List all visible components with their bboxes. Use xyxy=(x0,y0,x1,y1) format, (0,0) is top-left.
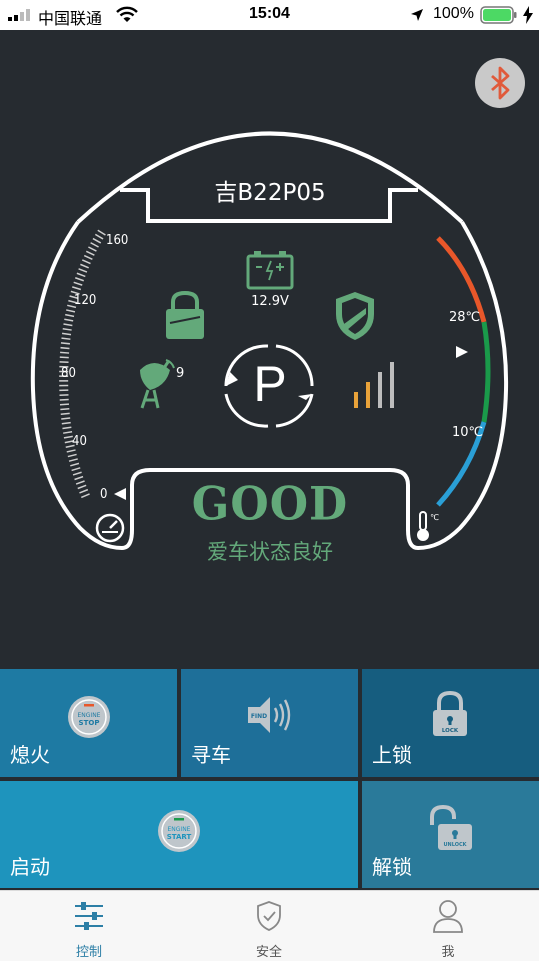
unlock-button[interactable]: UNLOCK 解锁 xyxy=(362,781,539,888)
unlock-badge: UNLOCK xyxy=(443,842,467,848)
speed-scale xyxy=(59,229,106,499)
engine-stop-icon: ENGINE STOP xyxy=(68,696,110,738)
satellite-icon xyxy=(140,359,175,409)
unlock-door-icon: UNLOCK xyxy=(430,805,472,850)
shield-icon xyxy=(336,292,374,340)
tab-profile-label: 我 xyxy=(441,945,455,960)
speed-tick-label: 160 xyxy=(106,233,129,248)
engine-start-button[interactable]: ENGINE START 启动 xyxy=(0,781,358,888)
tab-control[interactable]: 控制 xyxy=(39,891,139,961)
battery-icon xyxy=(246,251,294,290)
signal-icon xyxy=(354,362,394,408)
tab-profile[interactable]: 我 xyxy=(398,891,498,961)
engine-start-badge-bottom: START xyxy=(167,833,192,841)
temp-tick-label: 10℃ xyxy=(452,425,484,440)
temp-pointer xyxy=(456,346,468,358)
bottom-tab-bar: 控制 安全 我 xyxy=(0,890,539,961)
temp-tick-label: 28℃ xyxy=(449,310,481,325)
speedometer-icon xyxy=(95,513,125,543)
find-badge: FIND xyxy=(251,713,267,720)
battery-voltage: 12.9V xyxy=(251,294,289,309)
engine-stop-label: 熄火 xyxy=(10,743,50,767)
lock-icon xyxy=(166,290,204,339)
lock-button[interactable]: LOCK 上锁 xyxy=(362,669,539,777)
tab-control-label: 控制 xyxy=(75,945,102,960)
tab-security-label: 安全 xyxy=(255,945,282,960)
lock-door-icon: LOCK xyxy=(433,691,467,736)
satellite-count: 9 xyxy=(176,366,185,381)
gear-letter: P xyxy=(253,356,287,412)
unlock-label: 解锁 xyxy=(372,855,412,879)
shield-check-icon xyxy=(257,901,281,931)
lock-badge: LOCK xyxy=(442,728,459,734)
speed-tick-label: 0 xyxy=(100,487,108,502)
find-car-label: 寻车 xyxy=(191,743,231,767)
engine-start-icon: ENGINE START xyxy=(158,810,200,852)
gauge-frame: ℃ xyxy=(30,131,509,551)
find-car-button[interactable]: FIND 寻车 xyxy=(181,669,358,777)
svg-text:℃: ℃ xyxy=(430,513,439,522)
engine-start-label: 启动 xyxy=(10,855,50,879)
temp-scale-mid xyxy=(481,321,491,423)
thermometer-icon: ℃ xyxy=(417,511,439,541)
engine-stop-badge-top: ENGINE xyxy=(78,712,101,719)
engine-stop-button[interactable]: ENGINE STOP 熄火 xyxy=(0,669,177,777)
engine-stop-badge-bottom: STOP xyxy=(79,719,100,727)
sliders-icon xyxy=(75,902,103,930)
lock-label: 上锁 xyxy=(372,743,412,767)
status-title: GOOD xyxy=(191,477,349,532)
user-icon xyxy=(433,900,463,933)
speed-tick-label: 40 xyxy=(72,434,87,449)
engine-start-badge-top: ENGINE xyxy=(168,826,191,833)
speed-tick-label: 80 xyxy=(61,366,76,381)
status-subtitle: 爱车状态良好 xyxy=(207,540,333,564)
license-plate: 吉B22P05 xyxy=(214,180,326,206)
tab-security[interactable]: 安全 xyxy=(219,891,319,961)
find-car-icon: FIND xyxy=(248,697,291,733)
speed-pointer xyxy=(114,488,126,500)
speed-tick-label: 120 xyxy=(74,293,97,308)
